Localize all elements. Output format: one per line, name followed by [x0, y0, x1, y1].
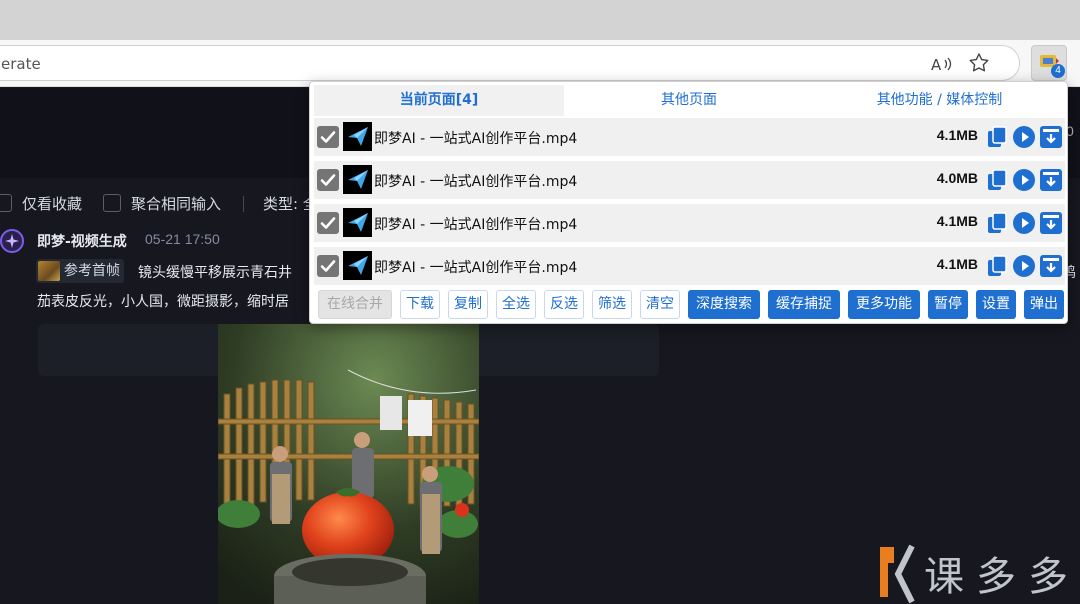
- svg-text:A: A: [931, 56, 942, 73]
- popup-tabs: 当前页面[4] 其他页面 其他功能 / 媒体控制: [314, 85, 1065, 116]
- more-features-button[interactable]: 更多功能: [848, 290, 920, 319]
- copy-icon[interactable]: [985, 254, 1009, 278]
- check-icon: [320, 174, 336, 186]
- merge-inputs-checkbox[interactable]: [103, 194, 121, 212]
- prompt-text-line1: 镜头缓慢平移展示青石井: [138, 265, 292, 281]
- svg-text:多: 多: [976, 554, 1016, 600]
- media-thumbnail: [343, 165, 372, 194]
- post-author[interactable]: 即梦-视频生成: [37, 231, 127, 251]
- media-row[interactable]: 即梦AI - 一站式AI创作平台.mp4 4.1MB: [314, 118, 1065, 156]
- action-bar: 在线合并 下载 复制 全选 反选 筛选 清空 深度搜索 缓存捕捉 更多功能 暂停…: [314, 288, 1065, 320]
- check-icon: [320, 217, 336, 229]
- media-filename: 即梦AI - 一站式AI创作平台.mp4: [374, 217, 578, 233]
- play-icon[interactable]: [1012, 254, 1036, 278]
- media-row[interactable]: 即梦AI - 一站式AI创作平台.mp4 4.1MB: [314, 247, 1065, 285]
- tab-other-pages[interactable]: 其他页面: [564, 85, 814, 116]
- filter-divider: [243, 196, 244, 212]
- merge-online-button[interactable]: 在线合并: [318, 290, 392, 319]
- video-preview[interactable]: [218, 324, 479, 604]
- svg-text:课: 课: [924, 554, 964, 600]
- read-aloud-icon[interactable]: A: [931, 55, 953, 74]
- media-size: 4.1MB: [936, 213, 978, 229]
- clear-button[interactable]: 清空: [640, 290, 680, 319]
- media-size: 4.1MB: [936, 127, 978, 143]
- address-url[interactable]: erate: [1, 55, 41, 73]
- svg-text:多: 多: [1028, 554, 1068, 600]
- extension-button[interactable]: 4: [1031, 45, 1067, 81]
- play-icon[interactable]: [1012, 168, 1036, 192]
- settings-button[interactable]: 设置: [976, 290, 1016, 319]
- watermark-logo: 课 多 多: [880, 542, 1080, 604]
- media-thumbnail: [343, 208, 372, 237]
- copy-icon[interactable]: [985, 211, 1009, 235]
- media-filename: 即梦AI - 一站式AI创作平台.mp4: [374, 131, 578, 147]
- sparkle-icon: [5, 234, 19, 248]
- address-bar[interactable]: erate A: [0, 45, 1020, 81]
- reference-frame-tag[interactable]: 参考首帧: [36, 259, 124, 283]
- media-filename: 即梦AI - 一站式AI创作平台.mp4: [374, 260, 578, 276]
- cache-capture-button[interactable]: 缓存捕捉: [768, 290, 840, 319]
- filter-button[interactable]: 筛选: [592, 290, 632, 319]
- deep-search-button[interactable]: 深度搜索: [688, 290, 760, 319]
- avatar[interactable]: [0, 229, 24, 253]
- play-icon[interactable]: [1012, 125, 1036, 149]
- merge-inputs-label[interactable]: 聚合相同输入: [131, 193, 221, 214]
- reference-thumbnail: [38, 261, 60, 281]
- browser-tab-strip: [0, 0, 1080, 40]
- copy-button[interactable]: 复制: [448, 290, 488, 319]
- extension-count-badge: 4: [1051, 64, 1065, 78]
- row-checkbox[interactable]: [317, 169, 339, 191]
- tab-current-page[interactable]: 当前页面[4]: [314, 85, 564, 116]
- copy-icon[interactable]: [985, 168, 1009, 192]
- invert-selection-button[interactable]: 反选: [544, 290, 584, 319]
- row-checkbox[interactable]: [317, 255, 339, 277]
- media-thumbnail: [343, 251, 372, 280]
- media-filename: 即梦AI - 一站式AI创作平台.mp4: [374, 174, 578, 190]
- copy-icon[interactable]: [985, 125, 1009, 149]
- pause-button[interactable]: 暂停: [928, 290, 968, 319]
- favorites-only-checkbox[interactable]: [0, 194, 12, 212]
- row-checkbox[interactable]: [317, 212, 339, 234]
- post-date: 05-21 17:50: [145, 231, 220, 247]
- media-sniffer-popup: 当前页面[4] 其他页面 其他功能 / 媒体控制 即梦AI - 一站式AI创作平…: [309, 81, 1068, 324]
- select-all-button[interactable]: 全选: [496, 290, 536, 319]
- favorites-only-label[interactable]: 仅看收藏: [22, 193, 82, 214]
- popout-button[interactable]: 弹出: [1024, 290, 1064, 319]
- media-row[interactable]: 即梦AI - 一站式AI创作平台.mp4 4.0MB: [314, 161, 1065, 199]
- check-icon: [320, 260, 336, 272]
- check-icon: [320, 131, 336, 143]
- prompt-text-line2: 茄表皮反光，小人国，微距摄影，缩时居: [37, 294, 289, 310]
- media-row[interactable]: 即梦AI - 一站式AI创作平台.mp4 4.1MB: [314, 204, 1065, 242]
- play-icon[interactable]: [1012, 211, 1036, 235]
- row-checkbox[interactable]: [317, 126, 339, 148]
- download-icon[interactable]: [1039, 211, 1063, 235]
- download-icon[interactable]: [1039, 254, 1063, 278]
- tab-other-features[interactable]: 其他功能 / 媒体控制: [814, 85, 1065, 116]
- media-size: 4.0MB: [936, 170, 978, 186]
- media-thumbnail: [343, 122, 372, 151]
- reference-tag-label: 参考首帧: [64, 263, 120, 279]
- star-icon[interactable]: [967, 51, 991, 75]
- download-icon[interactable]: [1039, 168, 1063, 192]
- download-button[interactable]: 下载: [400, 290, 440, 319]
- browser-toolbar: erate A 4: [0, 40, 1080, 87]
- media-size: 4.1MB: [936, 256, 978, 272]
- download-icon[interactable]: [1039, 125, 1063, 149]
